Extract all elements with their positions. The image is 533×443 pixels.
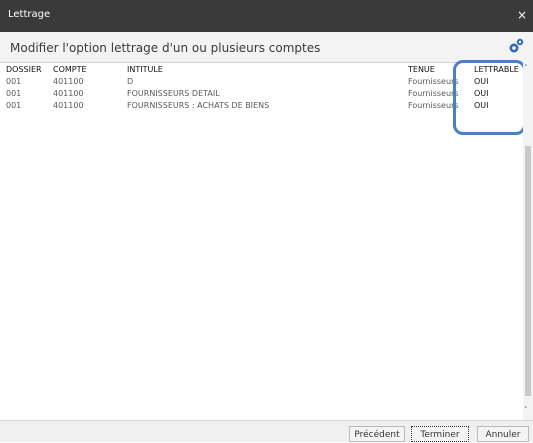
window-title: Lettrage [8, 9, 51, 20]
table-row[interactable]: 001 401100 FOURNISSEURS DETAIL Fournisse… [0, 88, 522, 100]
highlight-annotation [453, 60, 526, 135]
cell-intitule: FOURNISSEURS : ACHATS DE BIENS [127, 101, 270, 110]
vertical-scrollbar[interactable]: ˄ ˅ [523, 62, 533, 420]
column-header-compte[interactable]: COMPTE [53, 64, 113, 76]
table-row[interactable]: 001 401100 FOURNISSEURS : ACHATS DE BIEN… [0, 100, 522, 112]
cell-intitule: D [127, 77, 134, 86]
cell-dossier: 001 [6, 89, 22, 98]
cell-compte: 401100 [53, 89, 84, 98]
cell-dossier: 001 [6, 77, 22, 86]
table-row[interactable]: 001 401100 D Fournisseurs OUI [0, 76, 522, 88]
cell-compte: 401100 [53, 101, 84, 110]
cell-dossier: 001 [6, 101, 22, 110]
dialog-footer: Précédent Terminer Annuler [0, 420, 533, 442]
cell-intitule: FOURNISSEURS DETAIL [127, 89, 220, 98]
cancel-button[interactable]: Annuler [477, 426, 529, 442]
column-header-dossier[interactable]: DOSSIER [6, 64, 46, 76]
scroll-up-icon[interactable]: ˄ [524, 64, 528, 72]
dialog-header: Modifier l'option lettrage d'un ou plusi… [0, 32, 533, 63]
cell-compte: 401100 [53, 77, 84, 86]
close-icon[interactable]: × [517, 8, 527, 22]
column-header-intitule[interactable]: INTITULE [127, 64, 387, 76]
gear-icon[interactable] [507, 37, 525, 59]
title-bar: Lettrage × [0, 0, 533, 32]
dialog-title: Modifier l'option lettrage d'un ou plusi… [10, 41, 321, 55]
finish-button[interactable]: Terminer [411, 426, 469, 442]
scroll-thumb[interactable] [525, 146, 531, 396]
scroll-down-icon[interactable]: ˅ [524, 406, 528, 414]
table-header: DOSSIER COMPTE INTITULE TENUE LETTRABLE [0, 64, 522, 76]
previous-button[interactable]: Précédent [349, 426, 405, 442]
